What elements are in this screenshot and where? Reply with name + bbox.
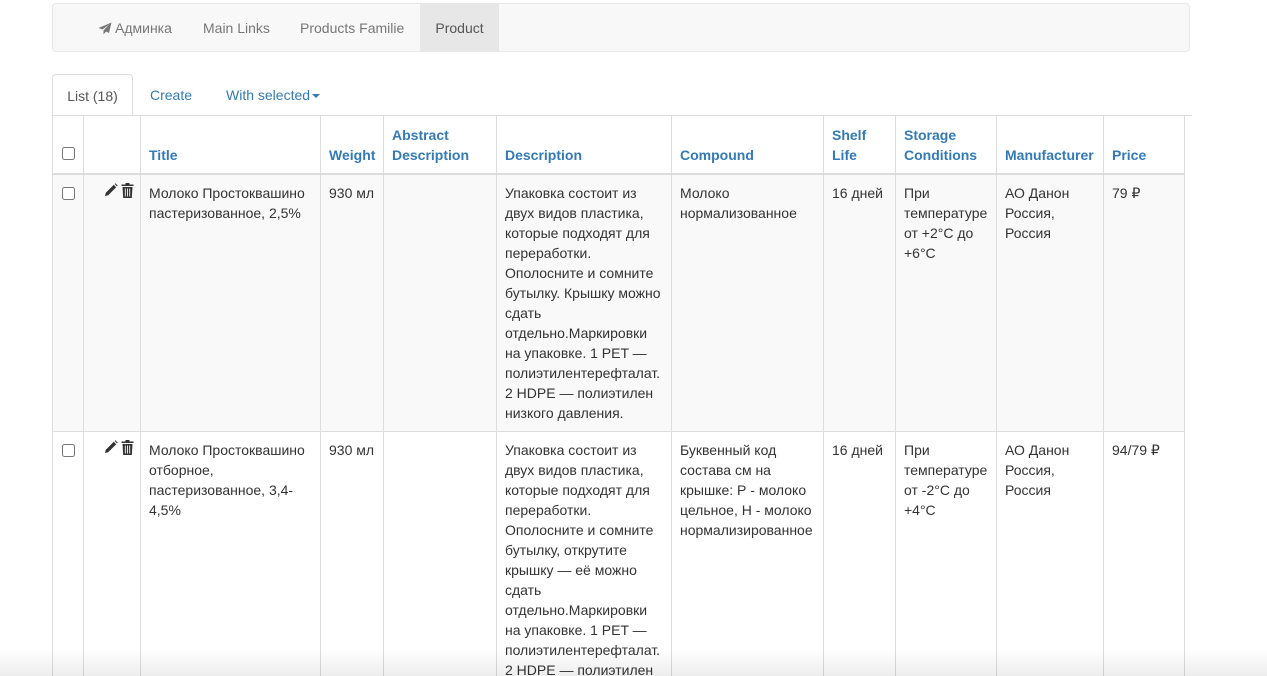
cell-weight: 930 мл — [320, 173, 384, 432]
cell-title: Молоко Простоквашино отборное, пастеризо… — [140, 430, 321, 676]
nav-item-product[interactable]: Product — [420, 4, 499, 52]
cell-storage-conditions: При температуре от +2°C до +6°C — [895, 173, 997, 432]
nav-item-main-links[interactable]: Main Links — [203, 4, 270, 52]
pencil-icon[interactable] — [104, 182, 118, 197]
trash-icon[interactable] — [121, 439, 134, 455]
cell-abstract-description — [383, 173, 497, 432]
actions-header — [83, 115, 141, 175]
cell-shelf-life: 16 дней — [823, 430, 896, 676]
trash-icon[interactable] — [121, 182, 134, 198]
row-select-checkbox[interactable] — [61, 186, 75, 200]
product-table: Title Weight Abstract Description Descri… — [52, 115, 1185, 676]
column-header-weight[interactable]: Weight — [320, 115, 384, 175]
navbar-brand[interactable]: Админка — [98, 4, 172, 52]
column-header-compound[interactable]: Compound — [671, 115, 824, 175]
navbar-brand-label: Админка — [115, 20, 172, 36]
column-header-price[interactable]: Price — [1103, 115, 1185, 175]
select-all-cell — [52, 115, 84, 175]
product-table-container: Title Weight Abstract Description Descri… — [52, 115, 1192, 676]
cell-shelf-life: 16 дней — [823, 173, 896, 432]
row-select-cell — [52, 173, 84, 432]
nav-item-products-familie[interactable]: Products Familie — [300, 4, 404, 52]
cell-price: 94/79 ₽ — [1103, 430, 1185, 676]
list-tabs: List (18) Create With selected — [52, 74, 1192, 116]
column-header-manufacturer[interactable]: Manufacturer — [996, 115, 1104, 175]
column-header-storage-conditions[interactable]: Storage Conditions — [895, 115, 997, 175]
tab-list[interactable]: List (18) — [52, 74, 133, 116]
cell-manufacturer: АО Данон Россия, Россия — [996, 173, 1104, 432]
cell-description: Упаковка состоит из двух видов пластика,… — [496, 173, 672, 432]
row-actions — [83, 173, 141, 432]
cell-compound: Буквенный код состава см на крышке: Р - … — [671, 430, 824, 676]
column-header-description[interactable]: Description — [496, 115, 672, 175]
cell-weight: 930 мл — [320, 430, 384, 676]
tab-create[interactable]: Create — [150, 74, 192, 116]
cell-description: Упаковка состоит из двух видов пластика,… — [496, 430, 672, 676]
select-all-checkbox[interactable] — [61, 146, 75, 160]
row-select-cell — [52, 430, 84, 676]
cell-compound: Молоко нормализованное — [671, 173, 824, 432]
cell-price: 79 ₽ — [1103, 173, 1185, 432]
caret-down-icon — [312, 94, 321, 99]
cell-title: Молоко Простоквашино пастеризованное, 2,… — [140, 173, 321, 432]
cell-abstract-description — [383, 430, 497, 676]
with-selected-label: With selected — [226, 87, 311, 103]
paper-plane-icon — [98, 22, 112, 35]
table-header-row: Title Weight Abstract Description Descri… — [52, 115, 1185, 175]
cell-storage-conditions: При температуре от -2°C до +4°C — [895, 430, 997, 676]
row-actions — [83, 430, 141, 676]
pencil-icon[interactable] — [104, 439, 118, 454]
top-navbar: Админка Main Links Products Familie Prod… — [52, 3, 1190, 52]
row-select-checkbox[interactable] — [61, 443, 75, 457]
table-row: Молоко Простоквашино отборное, пастеризо… — [52, 430, 1185, 676]
column-header-title[interactable]: Title — [140, 115, 321, 175]
tab-with-selected[interactable]: With selected — [226, 74, 321, 116]
column-header-abstract-description[interactable]: Abstract Description — [383, 115, 497, 175]
table-row: Молоко Простоквашино пастеризованное, 2,… — [52, 173, 1185, 432]
cell-manufacturer: АО Данон Россия, Россия — [996, 430, 1104, 676]
column-header-shelf-life[interactable]: Shelf Life — [823, 115, 896, 175]
